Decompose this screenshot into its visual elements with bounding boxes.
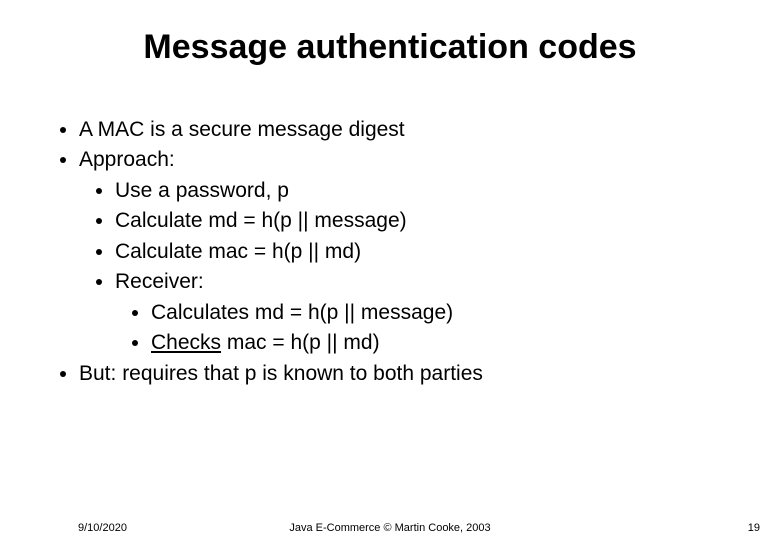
bullet-text: Receiver: (115, 270, 204, 293)
bullet-text-underline: Checks (151, 331, 221, 354)
bullet-list-level-2: Use a password, p Calculate md = h(p || … (79, 176, 740, 359)
bullet-list-level-3: Calculates md = h(p || message) Checks m… (115, 298, 740, 359)
bullet-item: Calculate mac = h(p || md) (115, 237, 740, 267)
slide-title: Message authentication codes (0, 28, 780, 67)
bullet-list-level-1: A MAC is a secure message digest Approac… (55, 115, 740, 389)
bullet-item: Calculates md = h(p || message) (151, 298, 740, 328)
bullet-text: mac = h(p || md) (221, 331, 380, 354)
footer-center: Java E-Commerce © Martin Cooke, 2003 (0, 522, 780, 534)
footer-page-number: 19 (748, 522, 760, 534)
bullet-item: A MAC is a secure message digest (79, 115, 740, 145)
bullet-text: Approach: (79, 148, 175, 171)
slide-body: A MAC is a secure message digest Approac… (55, 115, 740, 389)
bullet-item: But: requires that p is known to both pa… (79, 359, 740, 389)
bullet-item: Approach: Use a password, p Calculate md… (79, 145, 740, 358)
bullet-item: Receiver: Calculates md = h(p || message… (115, 267, 740, 358)
bullet-item: Checks mac = h(p || md) (151, 328, 740, 358)
slide: Message authentication codes A MAC is a … (0, 0, 780, 540)
bullet-item: Calculate md = h(p || message) (115, 206, 740, 236)
bullet-item: Use a password, p (115, 176, 740, 206)
